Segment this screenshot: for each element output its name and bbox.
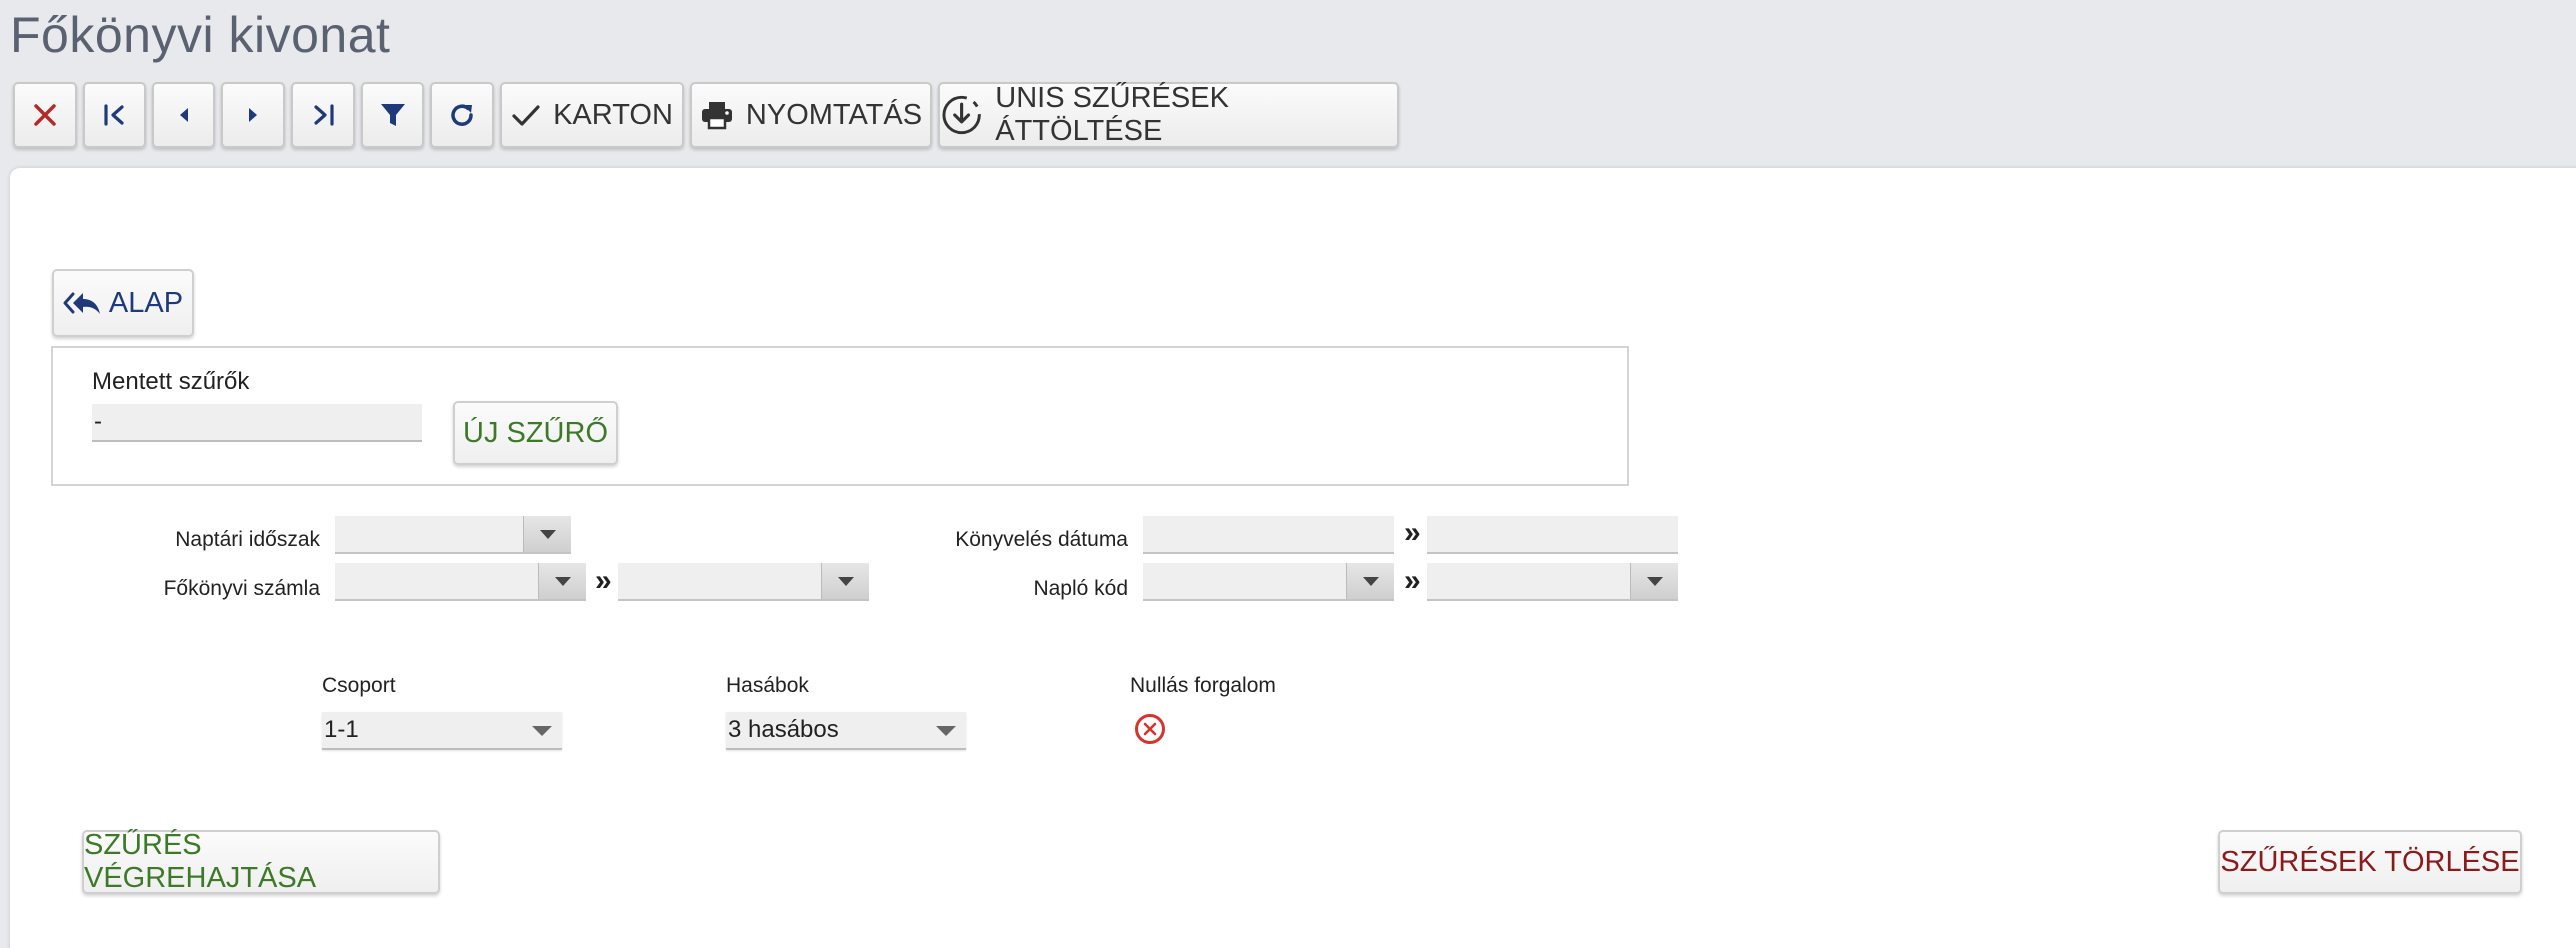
naptari-idoszak-label: Naptári időszak: [175, 528, 320, 551]
close-icon: [34, 104, 56, 126]
naplo-kod-label: Napló kód: [1033, 577, 1128, 600]
print-label: NYOMTATÁS: [745, 98, 923, 131]
naplo-kod-to-select[interactable]: [1427, 563, 1678, 601]
reply-all-icon: [63, 292, 100, 314]
range-separator: »: [1404, 516, 1421, 549]
caret-down-icon: [532, 726, 552, 736]
refresh-icon: [451, 104, 473, 126]
last-page-icon: [314, 104, 334, 126]
prev-icon: [179, 108, 188, 122]
fokonyvi-szamla-from-select[interactable]: [335, 563, 586, 601]
last-record-button[interactable]: [291, 82, 355, 148]
naptari-idoszak-select[interactable]: [335, 516, 571, 554]
close-button[interactable]: [13, 82, 77, 148]
fokonyvi-szamla-label: Főkönyvi számla: [163, 577, 320, 600]
download-circle-icon: [942, 95, 981, 135]
close-circle-icon: [1143, 722, 1157, 736]
karton-label: KARTON: [553, 98, 673, 131]
refresh-button[interactable]: [430, 82, 494, 148]
hasabok-value: 3 hasábos: [728, 716, 839, 743]
alap-label: ALAP: [108, 286, 184, 319]
fokonyvi-szamla-to-select[interactable]: [618, 563, 869, 601]
run-filter-button[interactable]: SZŰRÉS VÉGREHAJTÁSA: [82, 829, 440, 894]
filter-icon: [380, 104, 405, 126]
unis-label: UNIS SZŰRÉSEK ÁTTÖLTÉSE: [995, 82, 1229, 147]
konyveles-datuma-from-field[interactable]: [1143, 516, 1394, 554]
chevron-down-icon[interactable]: [538, 563, 586, 599]
hasabok-select[interactable]: 3 hasábos: [726, 712, 966, 750]
filter-button[interactable]: [361, 82, 424, 148]
chevron-down-icon[interactable]: [523, 516, 571, 552]
csoport-label: Csoport: [322, 674, 396, 697]
range-separator: »: [595, 564, 612, 597]
range-separator: »: [1404, 564, 1421, 597]
konyveles-datuma-label: Könyvelés dátuma: [955, 528, 1128, 551]
alap-button[interactable]: ALAP: [52, 269, 194, 337]
saved-filters-label: Mentett szűrők: [92, 368, 250, 395]
new-filter-button[interactable]: ÚJ SZŰRŐ: [453, 401, 618, 465]
hasabok-label: Hasábok: [726, 674, 809, 697]
karton-button[interactable]: KARTON: [500, 82, 684, 148]
chevron-down-icon[interactable]: [821, 563, 869, 599]
nullas-forgalom-label: Nullás forgalom: [1130, 674, 1276, 697]
page-title: Főkönyvi kivonat: [10, 7, 391, 63]
chevron-down-icon[interactable]: [1630, 563, 1678, 599]
prev-record-button[interactable]: [152, 82, 215, 148]
saved-filters-select[interactable]: -: [92, 404, 422, 442]
check-icon: [512, 105, 540, 126]
csoport-value: 1-1: [324, 716, 359, 743]
csoport-select[interactable]: 1-1: [322, 712, 562, 750]
first-record-button[interactable]: [83, 82, 146, 148]
naplo-kod-from-select[interactable]: [1143, 563, 1394, 601]
konyveles-datuma-to-field[interactable]: [1427, 516, 1678, 554]
next-icon: [249, 108, 257, 122]
print-button[interactable]: NYOMTATÁS: [690, 82, 932, 148]
chevron-down-icon[interactable]: [1346, 563, 1394, 599]
clear-filters-button[interactable]: SZŰRÉSEK TÖRLÉSE: [2218, 830, 2522, 894]
caret-down-icon: [936, 726, 956, 736]
next-record-button[interactable]: [221, 82, 285, 148]
printer-icon: [701, 102, 732, 130]
unis-import-button[interactable]: UNIS SZŰRÉSEK ÁTTÖLTÉSE: [938, 82, 1399, 148]
nullas-forgalom-toggle[interactable]: [1135, 714, 1165, 744]
first-page-icon: [103, 104, 124, 126]
